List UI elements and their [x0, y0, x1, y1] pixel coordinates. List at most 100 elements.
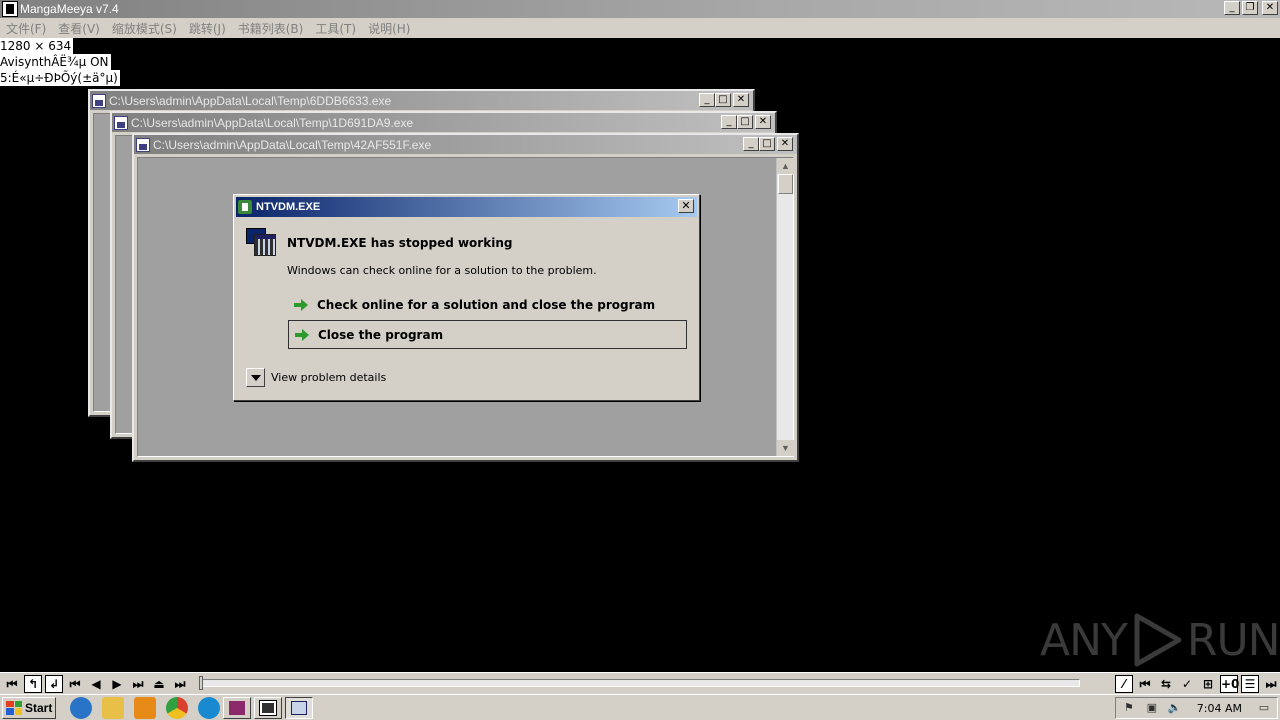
close-program-option[interactable]: Close the program: [288, 320, 687, 349]
close-button[interactable]: ✕: [755, 115, 771, 129]
player-right-controls: ⁄ ⏮ ⇆ ✓ ⊞ +0 ☰ ⏭: [1112, 673, 1280, 695]
show-desktop-icon[interactable]: ▭: [1257, 701, 1271, 715]
play-logo-icon: [1134, 613, 1182, 667]
system-tray: ⚑ ▣ 🔈 7:04 AM ▭: [1114, 697, 1278, 719]
skip-back-button[interactable]: ⏮: [1136, 675, 1154, 693]
console-titlebar: C:\Users\admin\AppData\Local\Temp\42AF55…: [134, 135, 797, 154]
watermark-left: ANY: [1040, 614, 1128, 666]
menubar: 文件(F) 查看(V) 缩放模式(S) 跳转(J) 书籍列表(B) 工具(T) …: [0, 18, 1280, 38]
scroll-thumb[interactable]: [778, 174, 793, 194]
app-icon: [2, 1, 18, 17]
console-title: C:\Users\admin\AppData\Local\Temp\42AF55…: [153, 137, 432, 152]
clock[interactable]: 7:04 AM: [1197, 702, 1242, 715]
next-page-button[interactable]: ▶: [108, 675, 126, 693]
vertical-scrollbar[interactable]: ▲ ▼: [776, 158, 794, 456]
close-button[interactable]: ✕: [733, 93, 749, 107]
error-dialog: NTVDM.EXE ✕ NTVDM.EXE has stopped workin…: [233, 194, 700, 401]
option-label: Check online for a solution and close th…: [317, 297, 656, 312]
start-label: Start: [25, 700, 53, 715]
console-icon: [92, 93, 106, 108]
rotate-left-button[interactable]: ↰: [24, 674, 42, 693]
page-seek-slider[interactable]: [199, 676, 1080, 690]
rotate-right-button[interactable]: ↲: [45, 674, 63, 693]
maximize-button[interactable]: □: [759, 137, 775, 151]
program-icon: [246, 228, 276, 256]
taskbar-console[interactable]: [285, 696, 313, 719]
taskbar-winrar[interactable]: [223, 696, 251, 719]
menu-view[interactable]: 查看(V): [52, 20, 106, 37]
grid-button[interactable]: ⊞: [1199, 675, 1217, 693]
dialog-icon: [238, 200, 252, 214]
watermark-right: RUN: [1186, 614, 1280, 666]
restore-button[interactable]: ❐: [1242, 1, 1258, 15]
next-book-button[interactable]: ⏭: [129, 675, 147, 693]
green-arrow-icon: [295, 328, 310, 341]
player-control-bar: ⏮ ↰ ↲ ⏮ ◀ ▶ ⏭ ⏏ ⏭ ⁄ ⏮ ⇆ ✓ ⊞ +0 ☰ ⏭: [0, 672, 1280, 694]
console-titlebar: C:\Users\admin\AppData\Local\Temp\6DDB66…: [90, 91, 753, 110]
offset-button[interactable]: +0: [1220, 675, 1239, 693]
minimize-button[interactable]: _: [699, 93, 715, 107]
app-window-controls: _ ❐ ✕: [1224, 1, 1278, 15]
console-controls: _ □ ✕: [743, 137, 793, 151]
console-titlebar: C:\Users\admin\AppData\Local\Temp\1D691D…: [112, 113, 775, 132]
menu-tools[interactable]: 工具(T): [309, 20, 362, 37]
chrome-icon[interactable]: [166, 696, 188, 719]
swap-button[interactable]: ⇆: [1157, 675, 1175, 693]
fit-mode-button[interactable]: ⁄: [1115, 675, 1133, 693]
network-icon[interactable]: ▣: [1145, 701, 1159, 715]
media-player-icon[interactable]: [134, 696, 156, 719]
dialog-heading: NTVDM.EXE has stopped working: [287, 236, 513, 250]
start-button[interactable]: Start: [2, 696, 56, 719]
check-online-option[interactable]: Check online for a solution and close th…: [288, 290, 687, 319]
console-icon: [136, 137, 150, 152]
close-button[interactable]: ✕: [1262, 1, 1278, 15]
minimize-button[interactable]: _: [743, 137, 759, 151]
internet-explorer-icon[interactable]: [70, 696, 92, 719]
maximize-button[interactable]: □: [715, 93, 731, 107]
app-title: MangaMeeya v7.4: [20, 2, 119, 16]
menu-help[interactable]: 说明(H): [362, 20, 416, 37]
scroll-down-icon[interactable]: ▼: [777, 440, 794, 456]
minimize-button[interactable]: _: [721, 115, 737, 129]
taskbar-mangameeya[interactable]: [254, 696, 282, 719]
seek-knob[interactable]: [199, 676, 203, 690]
last-page-button[interactable]: ⏭: [171, 675, 189, 693]
close-button[interactable]: ✕: [777, 137, 793, 151]
first-page-button[interactable]: ⏮: [3, 675, 21, 693]
app-titlebar: MangaMeeya v7.4 _ ❐ ✕: [0, 0, 1280, 18]
option-label: Close the program: [318, 327, 444, 342]
check-button[interactable]: ✓: [1178, 675, 1196, 693]
details-expand-button[interactable]: [246, 368, 265, 387]
avisynth-text: AvisynthÂË¾µ ON: [0, 54, 111, 70]
edge-icon[interactable]: [198, 696, 220, 719]
anyrun-watermark: ANY RUN: [1040, 612, 1280, 668]
dialog-titlebar: NTVDM.EXE: [236, 197, 697, 217]
skip-end-button[interactable]: ⏭: [1262, 675, 1280, 693]
scroll-up-icon[interactable]: ▲: [777, 158, 794, 174]
flag-icon[interactable]: ⚑: [1122, 701, 1136, 715]
menu-jump[interactable]: 跳转(J): [183, 20, 232, 37]
green-arrow-icon: [294, 298, 309, 311]
details-label[interactable]: View problem details: [271, 371, 386, 384]
dialog-close-button[interactable]: ✕: [678, 199, 694, 213]
windows-logo-icon: [6, 700, 22, 715]
taskbar: Start ⚑ ▣ 🔈 7:04 AM ▭: [0, 694, 1280, 720]
console-title: C:\Users\admin\AppData\Local\Temp\6DDB66…: [109, 93, 392, 108]
volume-icon[interactable]: 🔈: [1168, 701, 1182, 715]
list-button[interactable]: ☰: [1241, 675, 1259, 693]
minimize-button[interactable]: _: [1224, 1, 1240, 15]
console-icon: [114, 115, 128, 130]
menu-file[interactable]: 文件(F): [0, 20, 52, 37]
prev-page-button[interactable]: ◀: [87, 675, 105, 693]
resolution-text: 1280 × 634: [0, 38, 74, 54]
console-controls: _ □ ✕: [721, 115, 771, 129]
prev-book-button[interactable]: ⏮: [66, 675, 84, 693]
info-overlay: 1280 × 634 AvisynthÂË¾µ ON 5:É«µ÷ÐÞÕý(±ä…: [0, 38, 120, 86]
eject-button[interactable]: ⏏: [150, 675, 168, 693]
menu-zoom-mode[interactable]: 缩放模式(S): [106, 20, 183, 37]
file-explorer-icon[interactable]: [102, 696, 124, 719]
menu-book-list[interactable]: 书籍列表(B): [232, 20, 310, 37]
dialog-title: NTVDM.EXE: [256, 201, 321, 213]
maximize-button[interactable]: □: [737, 115, 753, 129]
console-title: C:\Users\admin\AppData\Local\Temp\1D691D…: [131, 115, 414, 130]
